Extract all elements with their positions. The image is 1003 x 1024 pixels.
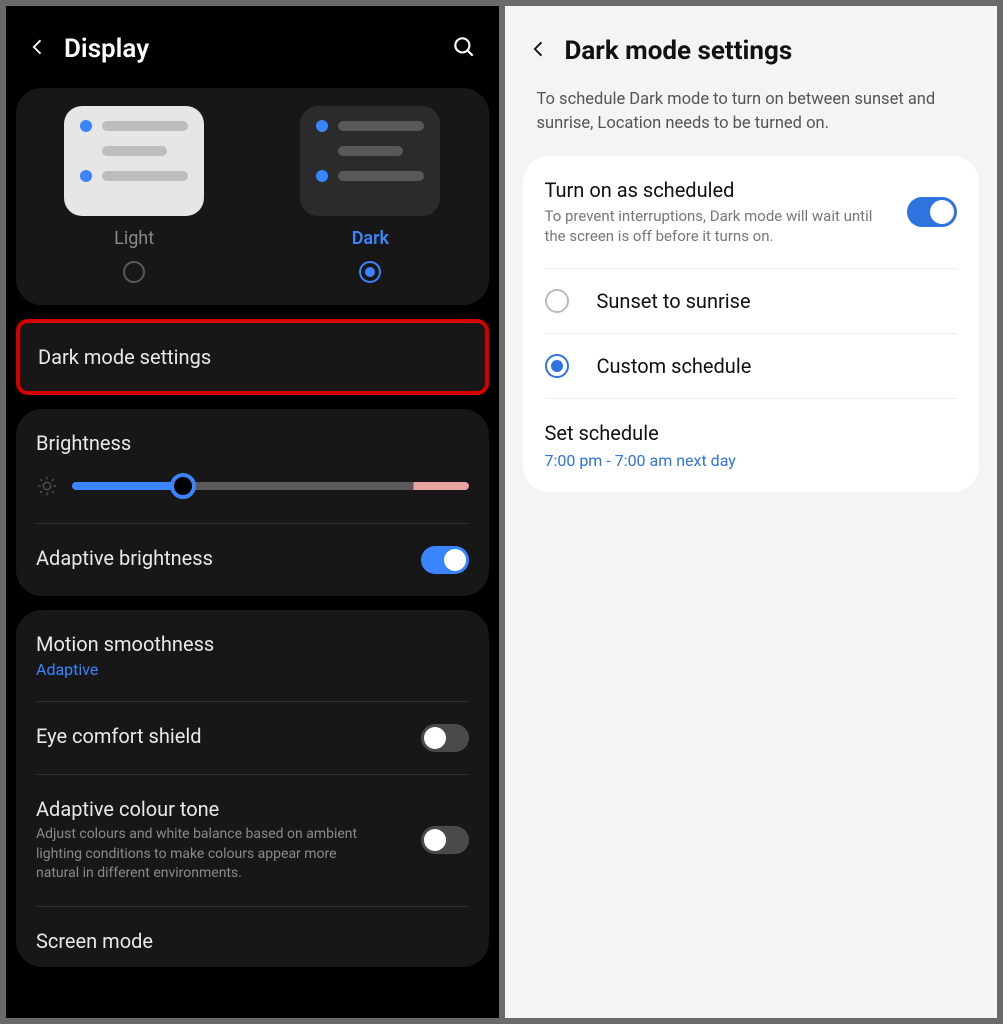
light-preview-icon (64, 106, 204, 216)
turn-on-scheduled-toggle[interactable] (907, 197, 957, 227)
adaptive-brightness-toggle[interactable] (421, 546, 469, 574)
dark-mode-settings-label: Dark mode settings (38, 345, 211, 369)
dark-label: Dark (352, 228, 389, 249)
set-schedule-label: Set schedule (545, 421, 659, 445)
turn-on-scheduled-desc: To prevent interruptions, Dark mode will… (545, 206, 885, 247)
page-title: Dark mode settings (565, 36, 793, 66)
schedule-card: Turn on as scheduled To prevent interrup… (523, 156, 980, 493)
motion-smoothness-value: Adaptive (36, 660, 469, 679)
header: Display (16, 24, 489, 88)
sun-icon (36, 475, 58, 497)
display-options-card: Motion smoothness Adaptive Eye comfort s… (16, 610, 489, 967)
adaptive-colour-tone-toggle[interactable] (421, 826, 469, 854)
brightness-slider[interactable] (72, 482, 469, 490)
dark-mode-settings-screen: Dark mode settings To schedule Dark mode… (505, 6, 998, 1018)
dark-preview-icon (300, 106, 440, 216)
adaptive-colour-tone-label: Adaptive colour tone (36, 797, 411, 821)
sunset-option-row[interactable]: Sunset to sunrise (523, 269, 980, 333)
dark-radio[interactable] (359, 261, 381, 283)
adaptive-colour-tone-desc: Adjust colours and white balance based o… (36, 825, 376, 884)
eye-comfort-row[interactable]: Eye comfort shield (16, 702, 489, 774)
custom-schedule-option-row[interactable]: Custom schedule (523, 334, 980, 398)
eye-comfort-toggle[interactable] (421, 724, 469, 752)
theme-option-dark[interactable]: Dark (300, 106, 440, 283)
set-schedule-item[interactable]: Set schedule 7:00 pm - 7:00 am next day (523, 399, 980, 492)
search-icon[interactable] (451, 34, 477, 64)
light-label: Light (114, 228, 154, 249)
back-icon[interactable] (28, 35, 48, 63)
turn-on-scheduled-label: Turn on as scheduled (545, 178, 896, 202)
adaptive-colour-tone-row[interactable]: Adaptive colour tone Adjust colours and … (16, 775, 489, 906)
screen-mode-item[interactable]: Screen mode (16, 907, 489, 967)
turn-on-scheduled-row[interactable]: Turn on as scheduled To prevent interrup… (523, 156, 980, 269)
header: Dark mode settings (515, 26, 988, 88)
location-note: To schedule Dark mode to turn on between… (515, 88, 988, 156)
page-title: Display (64, 34, 435, 64)
dark-mode-settings-item[interactable]: Dark mode settings (16, 319, 489, 395)
brightness-label: Brightness (36, 431, 469, 455)
screen-mode-label: Screen mode (36, 929, 469, 953)
custom-schedule-radio[interactable] (545, 354, 569, 378)
custom-schedule-label: Custom schedule (597, 354, 752, 378)
adaptive-brightness-label: Adaptive brightness (36, 546, 411, 570)
sunset-label: Sunset to sunrise (597, 289, 751, 313)
brightness-card: Brightness Adaptive brightness (16, 409, 489, 596)
adaptive-brightness-row[interactable]: Adaptive brightness (16, 524, 489, 596)
light-radio[interactable] (123, 261, 145, 283)
theme-option-light[interactable]: Light (64, 106, 204, 283)
brightness-slider-thumb[interactable] (170, 473, 196, 499)
theme-selector-card: Light Dark (16, 88, 489, 305)
sunset-radio[interactable] (545, 289, 569, 313)
motion-smoothness-label: Motion smoothness (36, 632, 469, 656)
display-settings-screen: Display Light Dark (6, 6, 499, 1018)
motion-smoothness-item[interactable]: Motion smoothness Adaptive (16, 610, 489, 701)
back-icon[interactable] (529, 37, 549, 65)
eye-comfort-label: Eye comfort shield (36, 724, 411, 748)
set-schedule-value: 7:00 pm - 7:00 am next day (545, 451, 736, 470)
